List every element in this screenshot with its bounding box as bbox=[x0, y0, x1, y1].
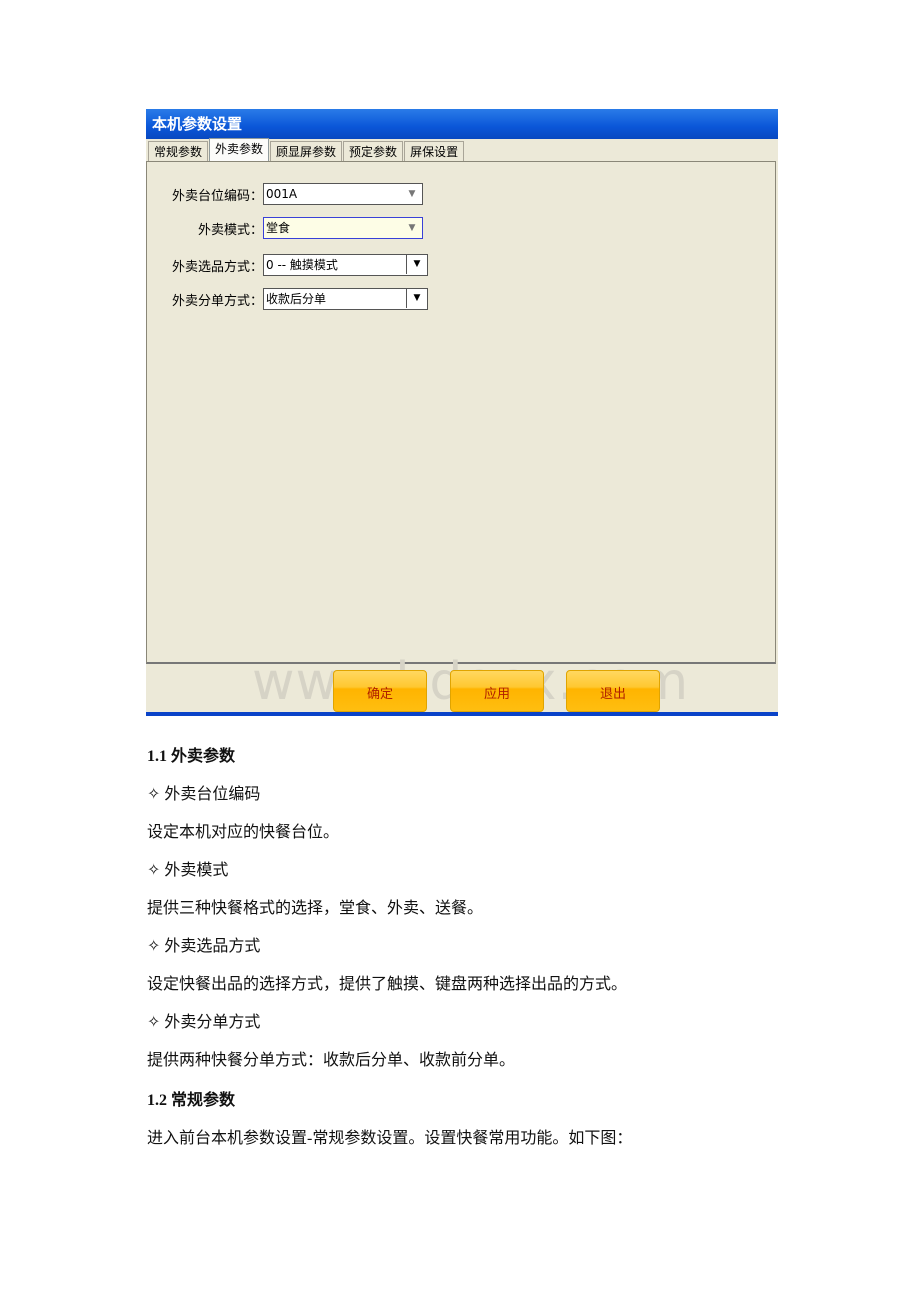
chevron-down-icon[interactable]: ▼ bbox=[404, 220, 420, 236]
chevron-down-icon[interactable]: ▼ bbox=[406, 288, 427, 308]
chevron-down-icon[interactable]: ▼ bbox=[406, 254, 427, 274]
exit-button[interactable]: 退出 bbox=[566, 670, 660, 712]
settings-dialog: 本机参数设置 常规参数 外卖参数 顾显屏参数 预定参数 屏保设置 外卖台位编码：… bbox=[146, 109, 778, 716]
tab-bar: 常规参数 外卖参数 顾显屏参数 预定参数 屏保设置 bbox=[148, 138, 465, 162]
chevron-down-icon[interactable]: ▼ bbox=[404, 186, 420, 202]
apply-button[interactable]: 应用 bbox=[450, 670, 544, 712]
item-desc: 提供两种快餐分单方式：收款后分单、收款前分单。 bbox=[147, 1052, 516, 1069]
tab-panel: 外卖台位编码： 001A ▼ 外卖模式： 堂食 ▼ 外卖选品方式： 0 -- 触摸模… bbox=[146, 161, 776, 712]
mode-value: 堂食 bbox=[266, 221, 291, 235]
select-method-value: 0 -- 触摸模式 bbox=[266, 258, 338, 272]
tab-general[interactable]: 常规参数 bbox=[148, 141, 209, 162]
mode-label: 外卖模式： bbox=[197, 222, 263, 238]
paragraph: 进入前台本机参数设置-常规参数设置。设置快餐常用功能。如下图： bbox=[147, 1130, 633, 1147]
table-code-combo[interactable]: 001A ▼ bbox=[263, 183, 423, 205]
item-title: ✧ 外卖模式 bbox=[147, 862, 229, 879]
dialog-title: 本机参数设置 bbox=[146, 109, 778, 139]
split-method-label: 外卖分单方式： bbox=[171, 293, 263, 309]
item-title: ✧ 外卖台位编码 bbox=[147, 786, 261, 803]
tab-customer-display[interactable]: 顾显屏参数 bbox=[270, 141, 343, 162]
item-desc: 设定快餐出品的选择方式，提供了触摸、键盘两种选择出品的方式。 bbox=[147, 976, 628, 993]
split-method-value: 收款后分单 bbox=[266, 292, 327, 306]
table-code-label: 外卖台位编码： bbox=[171, 188, 263, 204]
section-heading-1-2: 1.2 常规参数 bbox=[147, 1092, 236, 1109]
ok-button[interactable]: 确定 bbox=[333, 670, 427, 712]
select-method-label: 外卖选品方式： bbox=[171, 259, 263, 275]
tab-screensaver[interactable]: 屏保设置 bbox=[404, 141, 465, 162]
item-title: ✧ 外卖选品方式 bbox=[147, 938, 261, 955]
split-method-combo[interactable]: 收款后分单 ▼ bbox=[263, 288, 428, 310]
item-desc: 设定本机对应的快餐台位。 bbox=[147, 824, 340, 841]
table-code-value: 001A bbox=[266, 187, 298, 201]
mode-combo[interactable]: 堂食 ▼ bbox=[263, 217, 423, 239]
tab-reservation[interactable]: 预定参数 bbox=[343, 141, 404, 162]
section-heading-1-1: 1.1 外卖参数 bbox=[147, 748, 236, 765]
select-method-combo[interactable]: 0 -- 触摸模式 ▼ bbox=[263, 254, 428, 276]
tab-takeout[interactable]: 外卖参数 bbox=[209, 138, 270, 162]
item-desc: 提供三种快餐格式的选择，堂食、外卖、送餐。 bbox=[147, 900, 484, 917]
item-title: ✧ 外卖分单方式 bbox=[147, 1014, 261, 1031]
